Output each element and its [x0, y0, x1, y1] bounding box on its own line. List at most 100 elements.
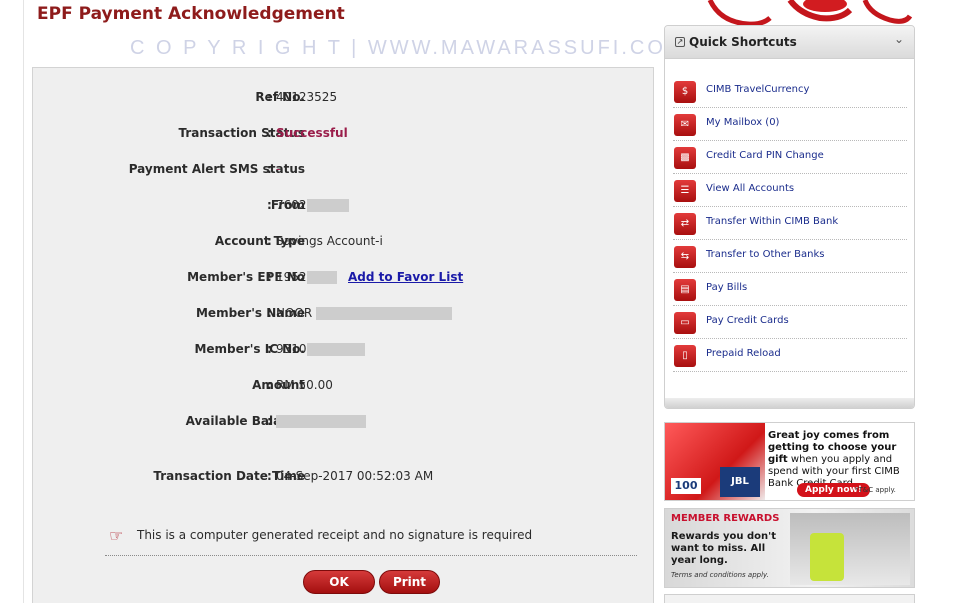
transaction-status-row: Transaction Status : Successful — [33, 124, 655, 142]
print-button[interactable]: Print — [379, 570, 440, 594]
shortcut-transfer-other[interactable]: ⇆ Transfer to Other Banks — [673, 240, 907, 273]
bill-icon: ▤ — [674, 279, 696, 301]
add-to-favor-link[interactable]: Add to Favor List — [348, 268, 463, 286]
promo-badge: 100 — [671, 478, 701, 494]
globe-currency-icon: $ — [674, 81, 696, 103]
receipt-note: ☞ This is a computer generated receipt an… — [109, 526, 532, 545]
shortcut-label: Pay Bills — [706, 282, 748, 293]
shortcut-travel-currency[interactable]: $ CIMB TravelCurrency — [673, 75, 907, 108]
transfer-icon: ⇄ — [674, 213, 696, 235]
shortcut-label: Transfer Within CIMB Bank — [706, 216, 839, 227]
shortcut-transfer-within[interactable]: ⇄ Transfer Within CIMB Bank — [673, 207, 907, 240]
epf-no-row: Member's EPF No : 1952 Add to Favor List — [33, 268, 655, 286]
ref-no-row: Ref No. : 40123525 — [33, 88, 655, 106]
field-value: 1952 — [276, 268, 337, 286]
left-border — [23, 0, 24, 603]
status-value: Successful — [276, 126, 348, 140]
field-value-text: NOOR — [276, 306, 313, 320]
quick-shortcuts-footer — [665, 398, 914, 408]
suitcase-image — [810, 533, 844, 581]
redaction-mask — [276, 415, 366, 428]
field-value — [276, 412, 366, 430]
copyright-watermark: C O P Y R I G H T | WWW.MAWARASSUFI.COM — [130, 37, 686, 59]
field-separator: : — [267, 342, 272, 356]
account-type-row: Account Type : Savings Account-i — [33, 232, 655, 250]
shortcut-label: Prepaid Reload — [706, 348, 781, 359]
page: EPF Payment Acknowledgement C O P Y R I … — [0, 0, 955, 603]
shortcut-label: My Mailbox (0) — [706, 117, 780, 128]
datetime-value: 04-Sep-2017 00:52:03 AM — [276, 469, 434, 483]
field-separator: : — [267, 378, 272, 392]
receipt-note-text: This is a computer generated receipt and… — [137, 528, 533, 542]
amount-value: RM 50.00 — [276, 378, 333, 392]
shortcut-prepaid-reload[interactable]: ▯ Prepaid Reload — [673, 339, 907, 372]
field-separator: : — [267, 270, 272, 284]
shortcut-label: Credit Card PIN Change — [706, 150, 824, 161]
field-value: 40123525 — [276, 90, 338, 104]
terms-note: Terms and conditions apply. — [671, 571, 769, 579]
redaction-mask — [306, 271, 337, 284]
field-separator: : — [267, 198, 272, 212]
from-account-row: From : 7602 — [33, 196, 655, 214]
page-title: EPF Payment Acknowledgement — [37, 4, 345, 24]
field-value: 7602 — [276, 196, 349, 214]
shortcut-card-pin-change[interactable]: ▩ Credit Card PIN Change — [673, 141, 907, 174]
banner-body: Rewards you don't want to miss. All year… — [671, 531, 776, 566]
banner-text: Great joy comes from getting to choose y… — [768, 430, 913, 490]
field-value: 9310 — [276, 340, 365, 358]
field-separator: : — [267, 469, 272, 483]
shortcut-mailbox[interactable]: ✉ My Mailbox (0) — [673, 108, 907, 141]
field-value-text: 9310 — [276, 342, 307, 356]
field-separator: : — [267, 414, 272, 428]
shortcut-label: View All Accounts — [706, 183, 795, 194]
redaction-mask — [316, 307, 453, 320]
quick-shortcuts-panel: ↗ Quick Shortcuts ⌄ $ CIMB TravelCurrenc… — [664, 25, 915, 409]
shortcut-label: Transfer to Other Banks — [706, 249, 825, 260]
product-box: JBL — [720, 467, 760, 497]
pay-card-icon: ▭ — [674, 312, 696, 334]
octopus-mascot-decoration — [707, 0, 913, 26]
field-separator: : — [267, 90, 272, 104]
shortcut-pay-bills[interactable]: ▤ Pay Bills — [673, 273, 907, 306]
field-separator: : — [267, 126, 272, 140]
accounts-list-icon: ☰ — [674, 180, 696, 202]
redaction-mask — [306, 343, 365, 356]
field-value: Savings Account-i — [276, 234, 383, 248]
quick-shortcuts-title: Quick Shortcuts — [689, 35, 797, 49]
shortcut-pay-credit-cards[interactable]: ▭ Pay Credit Cards — [673, 306, 907, 339]
credit-card-gift-banner[interactable]: 100 JBL Great joy comes from getting to … — [664, 422, 915, 501]
field-value: - — [276, 162, 281, 176]
chevron-down-icon[interactable]: ⌄ — [894, 32, 904, 46]
ok-button[interactable]: OK — [303, 570, 375, 594]
next-banner[interactable] — [664, 594, 915, 603]
field-separator: : — [267, 162, 272, 176]
shortcut-label: Pay Credit Cards — [706, 315, 789, 326]
phone-reload-icon: ▯ — [674, 345, 696, 367]
promo-image — [790, 513, 910, 585]
member-rewards-banner[interactable]: MEMBER REWARDS Rewards you don't want to… — [664, 508, 915, 588]
redaction-mask — [306, 199, 349, 212]
quick-shortcuts-header[interactable]: ↗ Quick Shortcuts ⌄ — [665, 26, 914, 59]
shortcut-view-accounts[interactable]: ☰ View All Accounts — [673, 174, 907, 207]
shortcut-label: CIMB TravelCurrency — [706, 84, 810, 95]
field-separator: : — [267, 234, 272, 248]
available-balance-row: Available Balance : — [33, 412, 655, 430]
terms-note: *T&C apply. — [855, 486, 896, 494]
pointing-hand-icon: ☞ — [109, 526, 124, 545]
amount-row: Amount : RM 50.00 — [33, 376, 655, 394]
field-separator: : — [267, 306, 272, 320]
sms-status-row: Payment Alert SMS status : - — [33, 160, 655, 178]
shortcut-icon: ↗ — [675, 37, 685, 47]
member-name-row: Member's Name : NOOR — [33, 304, 655, 322]
divider — [105, 555, 637, 556]
mailbox-icon: ✉ — [674, 114, 696, 136]
promo-image: 100 JBL — [665, 423, 765, 500]
receipt-panel: Ref No. : 40123525 Transaction Status : … — [32, 67, 654, 603]
field-value-text: 7602 — [276, 198, 307, 212]
transfer-other-icon: ⇆ — [674, 246, 696, 268]
field-value: NOOR — [276, 304, 453, 322]
field-value-text: 1952 — [276, 270, 307, 284]
banner-heading: MEMBER REWARDS — [671, 513, 780, 524]
credit-card-pin-icon: ▩ — [674, 147, 696, 169]
member-ic-row: Member's IC No. : 9310 — [33, 340, 655, 358]
